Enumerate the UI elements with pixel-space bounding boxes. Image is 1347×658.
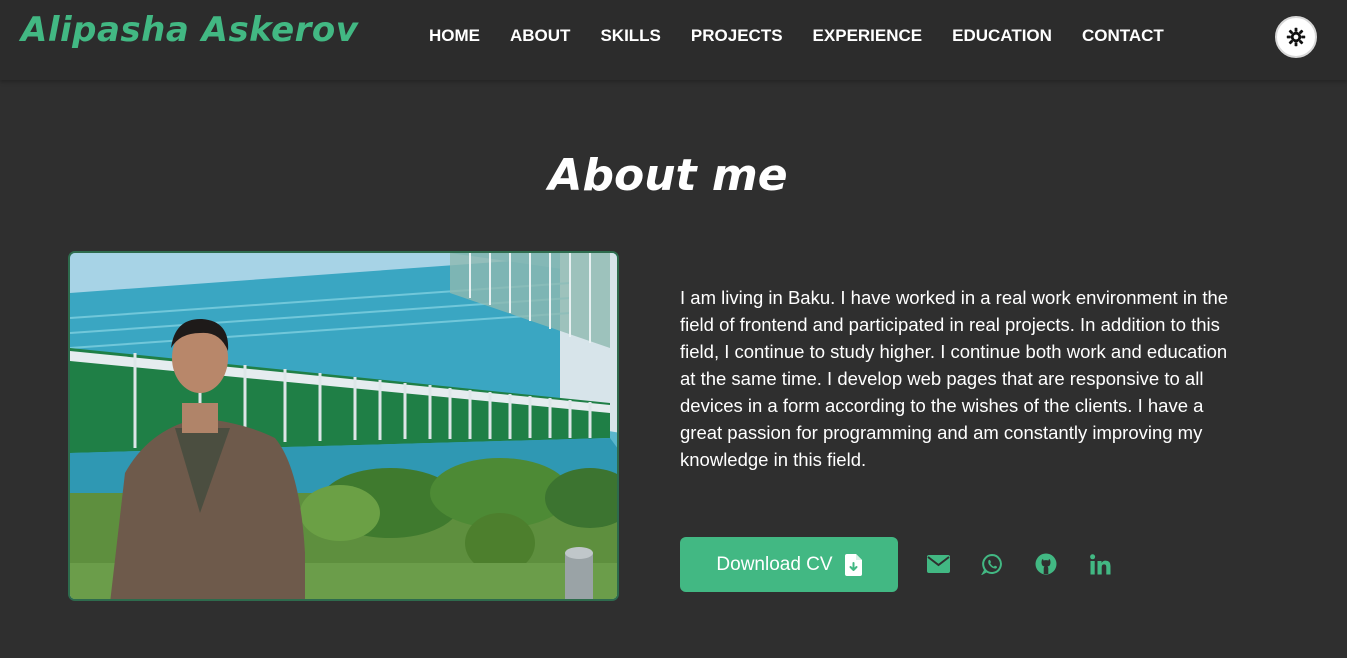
email-link[interactable] [925,551,951,577]
nav-skills[interactable]: SKILLS [600,26,660,46]
nav-experience[interactable]: EXPERIENCE [813,26,923,46]
whatsapp-link[interactable] [979,551,1005,577]
theme-toggle-button[interactable] [1275,16,1317,58]
profile-photo [68,251,619,601]
linkedin-link[interactable] [1087,551,1113,577]
nav-projects[interactable]: PROJECTS [691,26,783,46]
github-icon [1035,553,1057,575]
download-cv-button[interactable]: Download CV [680,537,898,592]
envelope-icon [926,555,950,573]
brand-logo[interactable]: Alipasha Askerov [21,10,358,50]
nav-links: HOME ABOUT SKILLS PROJECTS EXPERIENCE ED… [429,26,1164,46]
nav-about[interactable]: ABOUT [510,26,570,46]
sun-gear-icon [1286,27,1306,47]
linkedin-icon [1089,553,1110,574]
nav-home[interactable]: HOME [429,26,480,46]
github-link[interactable] [1033,551,1059,577]
about-bio: I am living in Baku. I have worked in a … [680,287,1229,470]
download-cv-label: Download CV [716,553,833,575]
about-title: About me [548,150,788,201]
nav-contact[interactable]: CONTACT [1082,26,1164,46]
nav-education[interactable]: EDUCATION [952,26,1052,46]
navbar: Alipasha Askerov HOME ABOUT SKILLS PROJE… [0,0,1347,80]
file-download-icon [844,553,862,576]
whatsapp-icon [981,553,1002,575]
